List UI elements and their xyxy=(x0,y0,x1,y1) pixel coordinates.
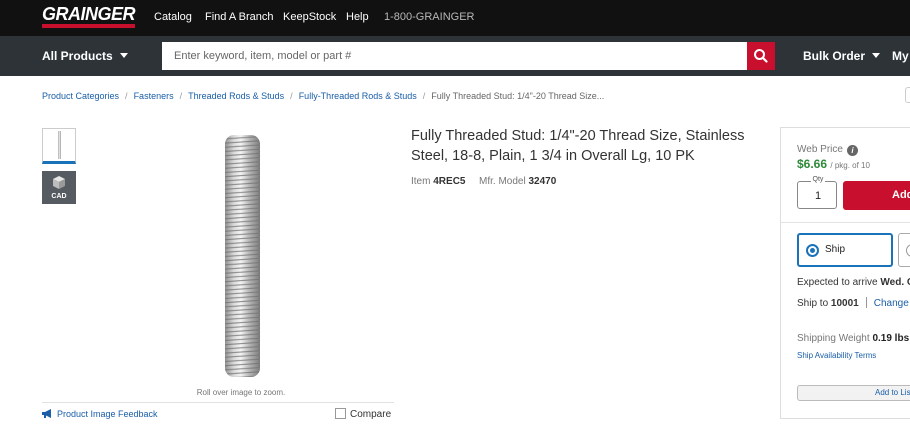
item-label: Item xyxy=(411,176,431,187)
compare-checkbox[interactable]: Compare xyxy=(335,408,391,420)
weight-value: 0.19 lbs xyxy=(872,333,910,344)
feedback-label: Product Image Feedback xyxy=(57,409,158,419)
ship-to-label: Ship to xyxy=(797,298,829,309)
qty-label: Qty xyxy=(810,176,826,183)
cad-label: CAD xyxy=(51,193,67,200)
model-value: 32470 xyxy=(528,176,557,187)
breadcrumb: Product Categories / Fasteners / Threaded Ro… xyxy=(42,91,604,101)
ship-to: Ship to 10001 Change xyxy=(797,297,909,309)
weight-label: Shipping Weight xyxy=(797,333,870,344)
add-to-list-button[interactable]: Add to Lis xyxy=(797,385,910,401)
price: $6.66 / pkg. of 10 xyxy=(797,157,870,171)
search-bar: All Products Bulk Order My xyxy=(0,36,910,76)
bulk-order-menu[interactable]: Bulk Order xyxy=(803,49,881,63)
arrive-text: Expected to arrive xyxy=(797,277,878,288)
qty-label-wrap: Qty xyxy=(798,176,838,183)
breadcrumb-separator: / xyxy=(125,91,128,101)
product-image[interactable] xyxy=(115,127,370,382)
chevron-down-icon xyxy=(872,53,881,58)
zoom-hint: Roll over image to zoom. xyxy=(196,388,286,397)
mfr-model: Mfr. Model 32470 xyxy=(479,176,556,187)
web-price-label: Web Price i xyxy=(797,144,858,156)
cad-cube-icon xyxy=(53,176,65,189)
product-image-feedback-link[interactable]: Product Image Feedback xyxy=(42,409,158,419)
radio-icon xyxy=(906,244,910,257)
thumbnail-cad[interactable]: CAD xyxy=(42,171,76,204)
breadcrumb-separator: / xyxy=(422,91,426,101)
chevron-down-icon xyxy=(119,53,128,58)
qty-value: 1 xyxy=(814,190,822,202)
pickup-option[interactable] xyxy=(898,233,910,267)
breadcrumb-product-categories[interactable]: Product Categories xyxy=(42,91,119,101)
thumbnail-product-image[interactable] xyxy=(42,128,76,164)
breadcrumb-separator: / xyxy=(179,91,183,101)
divider xyxy=(42,402,394,403)
breadcrumb-current: Fully Threaded Stud: 1/4"-20 Thread Size… xyxy=(431,91,605,101)
breadcrumb-fully-threaded-rods[interactable]: Fully-Threaded Rods & Studs xyxy=(299,91,417,101)
ship-option[interactable]: Ship xyxy=(797,233,893,267)
radio-selected-icon xyxy=(806,244,819,257)
ship-to-zip: 10001 xyxy=(830,298,859,309)
my-account-menu[interactable]: My xyxy=(892,49,909,63)
web-price-text: Web Price xyxy=(797,144,843,155)
nav-keepstock[interactable]: KeepStock xyxy=(283,11,336,23)
all-products-menu[interactable]: All Products xyxy=(42,49,128,63)
top-bar: GRAINGER Catalog Find A Branch KeepStock… xyxy=(0,0,910,36)
logo-underline xyxy=(42,24,135,28)
checkbox-icon xyxy=(335,408,346,419)
compare-label: Compare xyxy=(350,409,392,420)
price-value: $6.66 xyxy=(797,157,828,171)
product-title: Fully Threaded Stud: 1/4"-20 Thread Size… xyxy=(411,128,745,164)
megaphone-icon xyxy=(42,409,51,418)
bulk-order-label: Bulk Order xyxy=(803,49,866,63)
arrive-day: Wed. O xyxy=(880,277,910,288)
ship-label: Ship xyxy=(825,244,846,255)
radio-dot xyxy=(810,248,815,253)
info-icon[interactable]: i xyxy=(846,145,858,156)
model-label: Mfr. Model xyxy=(479,176,526,187)
share-button[interactable] xyxy=(905,87,910,103)
item-value: 4REC5 xyxy=(433,176,466,187)
thumbnail-rod-image xyxy=(58,131,61,159)
divider xyxy=(781,222,910,223)
all-products-label: All Products xyxy=(42,49,113,63)
nav-find-a-branch[interactable]: Find A Branch xyxy=(205,11,274,23)
breadcrumb-separator: / xyxy=(290,91,293,101)
breadcrumb-fasteners[interactable]: Fasteners xyxy=(134,91,174,101)
nav-phone[interactable]: 1-800-GRAINGER xyxy=(384,11,474,23)
search-input[interactable] xyxy=(162,42,747,70)
shipping-weight: Shipping Weight 0.19 lbs xyxy=(797,333,909,344)
divider xyxy=(865,297,867,308)
search-button[interactable] xyxy=(747,42,775,70)
price-unit: / pkg. of 10 xyxy=(830,161,870,170)
item-number: Item 4REC5 xyxy=(411,176,465,187)
search-icon xyxy=(754,49,768,63)
breadcrumb-threaded-rods[interactable]: Threaded Rods & Studs xyxy=(188,91,284,101)
arrival-info: Expected to arrive Wed. O xyxy=(797,277,910,288)
quantity-field[interactable]: Qty 1 xyxy=(797,176,837,209)
nav-catalog[interactable]: Catalog xyxy=(154,11,192,23)
nav-help[interactable]: Help xyxy=(346,11,369,23)
ship-availability-terms-link[interactable]: Ship Availability Terms xyxy=(797,351,876,360)
add-to-cart-button[interactable]: Add xyxy=(843,181,910,210)
change-zip-link[interactable]: Change xyxy=(874,298,909,309)
grainger-logo[interactable]: GRAINGER xyxy=(42,4,136,25)
